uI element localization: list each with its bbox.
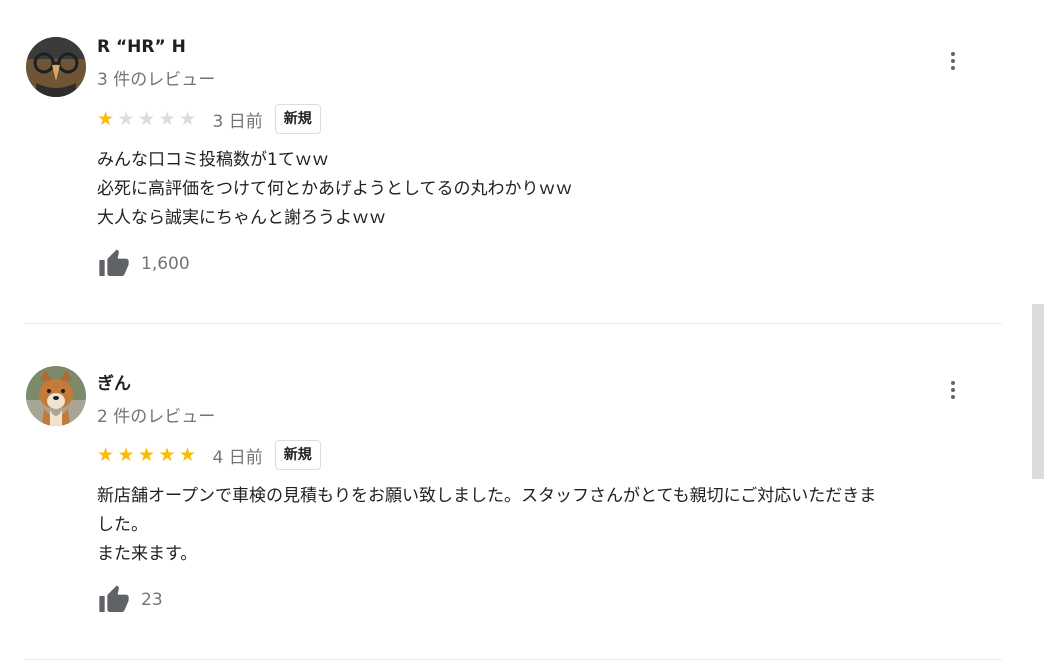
star-icon: ★ (97, 443, 115, 466)
reviewer-review-count[interactable]: 3 件のレビュー (97, 65, 215, 90)
avatar[interactable] (26, 37, 86, 97)
review-date: 3 日前 (212, 111, 263, 132)
more-vert-icon (951, 52, 955, 56)
review-meta: ★ ★ ★ ★ ★ 3 日前 新規 (97, 104, 321, 134)
like-button[interactable]: 1,600 (97, 248, 190, 280)
divider (25, 659, 1002, 660)
star-icon: ★ (138, 107, 156, 130)
star-rating: ★ ★ ★ ★ ★ (97, 443, 200, 466)
star-rating: ★ ★ ★ ★ ★ (97, 107, 200, 130)
new-badge: 新規 (274, 104, 321, 134)
review-text-line: 新店舗オープンで車検の見積もりをお願い致しました。スタッフさんがとても親切にご対… (97, 486, 877, 506)
like-button[interactable]: 23 (97, 584, 163, 616)
review-text-line: また来ます。 (97, 544, 198, 564)
star-icon: ★ (138, 443, 156, 466)
review-meta: ★ ★ ★ ★ ★ 4 日前 新規 (97, 440, 321, 470)
review-text: みんな口コミ投稿数が1てｗｗ 必死に高評価をつけて何とかあげようとしてるの丸わか… (97, 146, 1002, 233)
star-icon: ★ (179, 107, 197, 130)
reviewer-name[interactable]: ぎん (97, 369, 131, 394)
new-badge: 新規 (274, 440, 321, 470)
avatar[interactable] (26, 366, 86, 426)
star-icon: ★ (158, 443, 176, 466)
star-icon: ★ (97, 107, 115, 130)
review-text: 新店舗オープンで車検の見積もりをお願い致しました。スタッフさんがとても親切にご対… (97, 482, 1002, 569)
review-date: 4 日前 (212, 447, 263, 468)
scrollbar-thumb[interactable] (1032, 304, 1044, 479)
reviews-page: R “HR” H 3 件のレビュー ★ ★ ★ ★ ★ 3 日前 新規 みんな口コミ投稿… (0, 0, 1056, 665)
review-text-line: した。 (97, 515, 148, 535)
like-count: 23 (141, 590, 163, 610)
more-vert-icon (951, 381, 955, 385)
divider (25, 323, 1002, 324)
star-icon: ★ (179, 443, 197, 466)
reviewer-review-count[interactable]: 2 件のレビュー (97, 402, 215, 427)
thumb-up-icon (99, 585, 129, 612)
review-text-line: みんな口コミ投稿数が1てｗｗ (97, 150, 329, 170)
more-options-button[interactable] (942, 375, 964, 405)
review-text-line: 必死に高評価をつけて何とかあげようとしてるの丸わかりｗｗ (97, 179, 573, 199)
like-count: 1,600 (141, 254, 190, 274)
review-text-line: 大人なら誠実にちゃんと謝ろうよｗｗ (97, 208, 386, 228)
reviewer-name[interactable]: R “HR” H (97, 37, 186, 57)
thumb-up-icon (99, 249, 129, 276)
star-icon: ★ (117, 107, 135, 130)
star-icon: ★ (117, 443, 135, 466)
more-options-button[interactable] (942, 46, 964, 76)
star-icon: ★ (158, 107, 176, 130)
